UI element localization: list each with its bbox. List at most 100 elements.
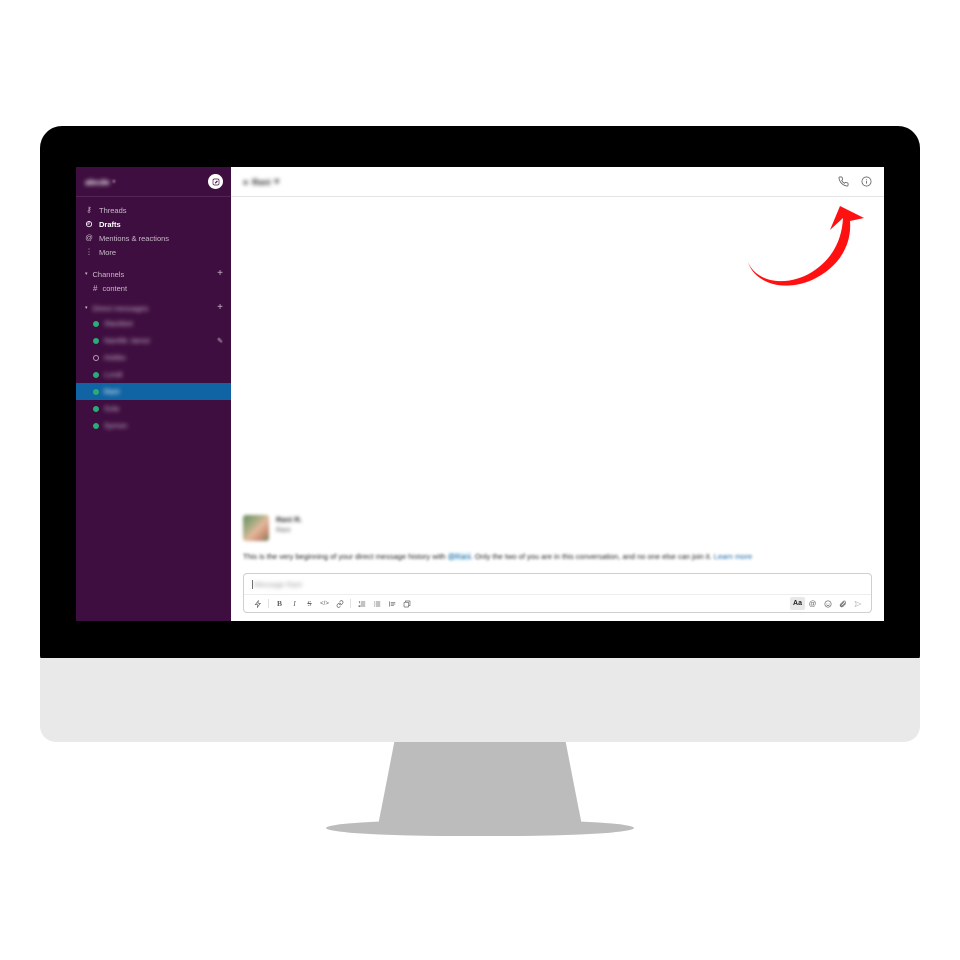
- mentions-at-icon: @: [85, 233, 93, 243]
- info-circle-icon[interactable]: [861, 176, 872, 187]
- text-caret: [252, 579, 253, 589]
- send-glyph: [854, 600, 861, 607]
- send-icon[interactable]: [850, 597, 865, 610]
- dm-name: Rani: [104, 387, 120, 396]
- conversation-title: Rani: [252, 176, 271, 187]
- disclosure-triangle-icon[interactable]: ▾: [85, 305, 88, 311]
- ordered-list-icon[interactable]: [354, 597, 369, 610]
- monitor-stand-neck: [378, 742, 582, 826]
- sidebar-item-mentions[interactable]: @ Mentions & reactions: [76, 231, 231, 245]
- dm-name: Hobbs: [104, 353, 126, 362]
- hash-icon: #: [93, 283, 98, 293]
- compose-button[interactable]: [208, 174, 223, 189]
- conversation-header-actions: [838, 176, 872, 187]
- threads-icon: ⚷: [86, 205, 92, 215]
- add-dm-button[interactable]: +: [217, 303, 223, 313]
- conversation-header: ● Rani ▾: [231, 167, 884, 197]
- code-block-glyph: [403, 600, 410, 607]
- link-icon[interactable]: [332, 597, 347, 610]
- intro-text-part-1: This is the very beginning of your direc…: [243, 552, 448, 562]
- disclosure-triangle-icon[interactable]: ▾: [85, 271, 88, 277]
- person-name: Rani R.: [276, 515, 302, 525]
- message-input[interactable]: Message Rani: [244, 574, 871, 594]
- sidebar-item-label: More: [99, 247, 117, 257]
- presence-dot-icon: ●: [243, 176, 249, 187]
- learn-more-link[interactable]: Learn more: [714, 552, 752, 561]
- emoji-icon[interactable]: [820, 597, 835, 610]
- presence-active-icon: [93, 371, 99, 378]
- screenshot-stage: abcde ▾ ⚷ Threads ◴ Drafts @ Mentions & …: [0, 0, 960, 960]
- channels-section-title: Channels: [92, 269, 125, 279]
- toolbar-divider: [268, 599, 269, 608]
- conversation-intro: Rani R. Rani This is the very beginning …: [231, 515, 884, 563]
- emoji-glyph: [824, 600, 831, 607]
- sidebar-item-threads[interactable]: ⚷ Threads: [76, 203, 231, 217]
- dms-section-title: Direct messages: [92, 303, 149, 313]
- blockquote-icon[interactable]: [384, 597, 399, 610]
- sidebar-dm-item[interactable]: Lundi: [76, 366, 231, 383]
- dm-name: Symon: [104, 421, 128, 430]
- sidebar-item-label: Threads: [99, 205, 127, 215]
- sidebar: abcde ▾ ⚷ Threads ◴ Drafts @ Mentions & …: [76, 167, 231, 621]
- sidebar-dm-item[interactable]: Symon: [76, 417, 231, 434]
- bold-icon[interactable]: B: [272, 597, 287, 610]
- code-block-icon[interactable]: [399, 597, 414, 610]
- chevron-down-icon: ▾: [274, 176, 279, 186]
- formatting-toolbar: B I S </> Aa @: [244, 594, 871, 612]
- phone-call-icon[interactable]: [838, 176, 849, 187]
- ordered-list-glyph: [358, 600, 365, 607]
- attachment-icon[interactable]: [835, 597, 850, 610]
- formatting-toggle-icon[interactable]: Aa: [790, 597, 805, 610]
- formatting-lightning-icon[interactable]: [250, 597, 265, 610]
- chevron-down-icon: ▾: [112, 178, 116, 185]
- bulleted-list-glyph: [373, 601, 380, 606]
- direct-messages-section: ▾ Direct messages + Slackbot Narelle Jar…: [76, 301, 231, 434]
- conversation-intro-text: This is the very beginning of your direc…: [243, 551, 872, 563]
- message-input-placeholder: Message Rani: [254, 579, 302, 589]
- drafts-clock-icon: ◴: [85, 219, 93, 229]
- channel-name: content: [102, 283, 128, 293]
- presence-away-icon: [93, 354, 99, 361]
- sidebar-dm-item[interactable]: Hobbs: [76, 349, 231, 366]
- message-composer[interactable]: Message Rani B I S </> Aa @: [243, 573, 872, 613]
- italic-icon[interactable]: I: [287, 597, 302, 610]
- presence-active-icon: [93, 320, 99, 327]
- sidebar-item-drafts[interactable]: ◴ Drafts: [76, 217, 231, 231]
- user-mention[interactable]: @Rani: [447, 552, 471, 562]
- sidebar-item-label: Drafts: [99, 219, 121, 229]
- workspace-name-button[interactable]: abcde ▾: [85, 177, 115, 187]
- channels-section-header[interactable]: ▾ Channels +: [76, 267, 231, 281]
- link-glyph: [336, 599, 343, 608]
- person-subtitle: Rani: [276, 527, 291, 535]
- annotation-arrow: [748, 206, 864, 286]
- sidebar-item-label: Mentions & reactions: [99, 233, 170, 243]
- blockquote-glyph: [388, 600, 395, 607]
- lightning-glyph: [254, 599, 261, 608]
- mention-icon[interactable]: @: [805, 597, 820, 610]
- conversation-title-button[interactable]: ● Rani ▾: [243, 176, 279, 187]
- sidebar-dm-item[interactable]: Narelle Jarosi ✎: [76, 332, 231, 349]
- sidebar-nav: ⚷ Threads ◴ Drafts @ Mentions & reaction…: [76, 197, 231, 261]
- workspace-name: abcde: [85, 176, 110, 187]
- add-channel-button[interactable]: +: [217, 269, 223, 279]
- presence-active-icon: [93, 422, 99, 429]
- edit-pencil-icon[interactable]: ✎: [217, 337, 223, 345]
- sidebar-dm-item[interactable]: Sula: [76, 400, 231, 417]
- sidebar-item-more[interactable]: ⋮ More: [76, 245, 231, 259]
- presence-active-icon: [93, 337, 99, 344]
- sidebar-item-channel-content[interactable]: # content: [76, 281, 231, 295]
- sidebar-dm-item[interactable]: Slackbot: [76, 315, 231, 332]
- intro-text-part-2: . Only the two of you are in this conver…: [470, 552, 714, 562]
- arrow-shape: [748, 206, 864, 286]
- workspace-header[interactable]: abcde ▾: [76, 167, 231, 197]
- monitor-stand-base: [326, 820, 634, 836]
- avatar[interactable]: [243, 515, 269, 542]
- dm-name: Sula: [104, 404, 120, 413]
- presence-active-icon: [93, 388, 99, 395]
- code-icon[interactable]: </>: [317, 597, 332, 610]
- channels-section: ▾ Channels + # content: [76, 267, 231, 295]
- sidebar-dm-item-selected[interactable]: Rani: [76, 383, 231, 400]
- dms-section-header[interactable]: ▾ Direct messages +: [76, 301, 231, 315]
- bulleted-list-icon[interactable]: [369, 597, 384, 610]
- strikethrough-icon[interactable]: S: [302, 597, 317, 610]
